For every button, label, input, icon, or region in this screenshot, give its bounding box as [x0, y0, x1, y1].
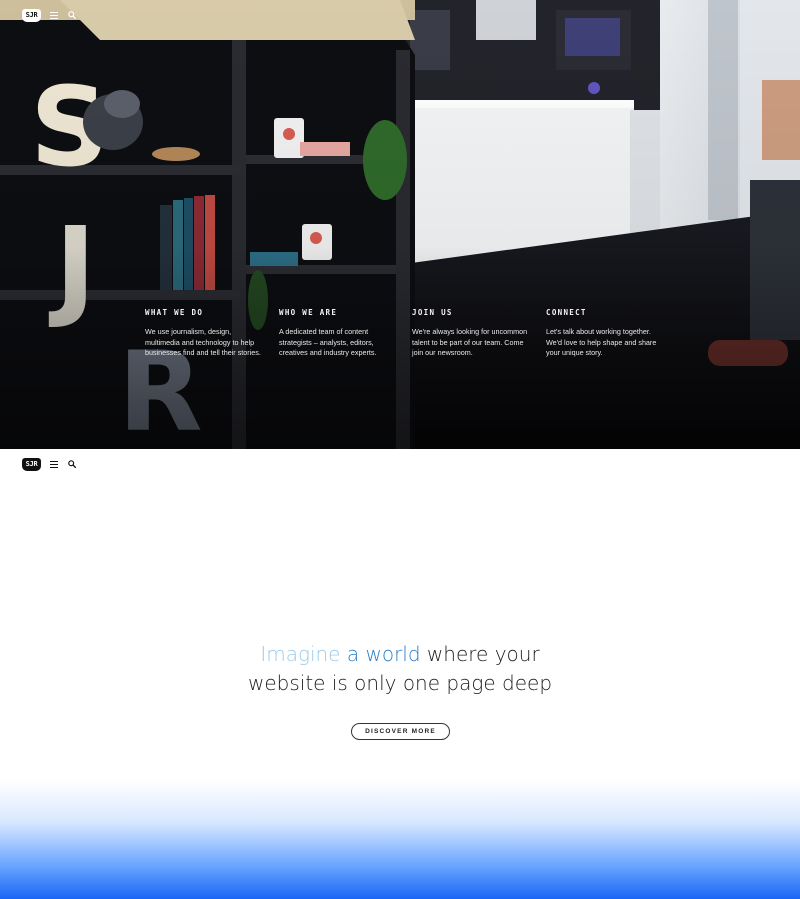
feature-title: What We Do	[145, 308, 204, 317]
feature-text: We're always looking for uncommon talent…	[412, 327, 528, 357]
menu-button[interactable]	[49, 458, 59, 470]
discover-more-button[interactable]: DISCOVER MORE	[351, 723, 450, 740]
feature-title: Connect	[546, 308, 587, 317]
feature-title: Join Us	[412, 308, 453, 317]
search-icon	[68, 11, 76, 19]
logo[interactable]: SJR	[22, 8, 41, 22]
feature-title: Who We Are	[279, 308, 338, 317]
search-icon	[68, 460, 76, 468]
sticky-header-bar: SJR	[22, 456, 77, 472]
hero-section: S J R SJR	[0, 0, 800, 449]
feature-connect[interactable]: Connect Let's talk about working togethe…	[546, 308, 666, 359]
feature-what-we-do[interactable]: What We Do We use journalism, design, mu…	[145, 308, 265, 359]
headline-line-2: website is only one page deep	[247, 671, 553, 695]
headline-word-imagine: Imagine	[260, 642, 341, 666]
headline-phrase-where-your: where your	[426, 642, 540, 666]
feature-text: A dedicated team of content strategists …	[279, 327, 377, 357]
bottom-gradient	[0, 780, 800, 899]
menu-button[interactable]	[49, 9, 59, 21]
menu-icon	[50, 11, 58, 19]
headline-phrase-a-world: a world	[346, 642, 421, 666]
search-button[interactable]	[67, 9, 77, 21]
main-headline: Imagine a world where your website is on…	[0, 640, 800, 698]
menu-icon	[50, 460, 58, 468]
feature-join-us[interactable]: Join Us We're always looking for uncommo…	[412, 308, 532, 359]
feature-text: Let's talk about working together. We'd …	[546, 327, 657, 357]
feature-who-we-are[interactable]: Who We Are A dedicated team of content s…	[279, 308, 399, 359]
header-bar: SJR	[22, 7, 77, 23]
hero-overlay	[0, 0, 800, 449]
logo[interactable]: SJR	[22, 457, 41, 471]
feature-text: We use journalism, design, multimedia an…	[145, 327, 261, 357]
search-button[interactable]	[67, 458, 77, 470]
